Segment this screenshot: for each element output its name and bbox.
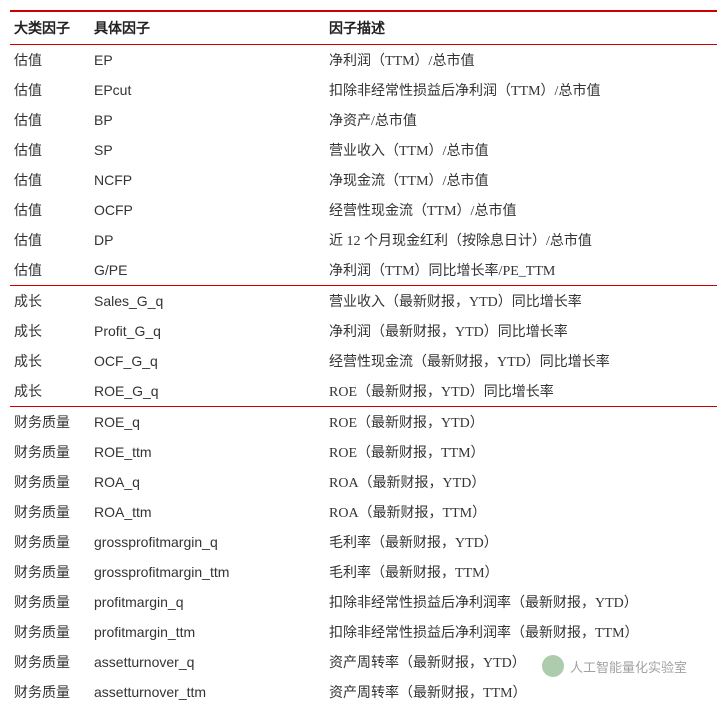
table-row: 财务质量grossprofitmargin_q毛利率（最新财报，YTD）: [10, 527, 717, 557]
cell-description: 资产周转率（最新财报，TTM）: [325, 677, 717, 707]
header-description: 因子描述: [325, 11, 717, 45]
table-row: 财务质量grossprofitmargin_ttm毛利率（最新财报，TTM）: [10, 557, 717, 587]
cell-category: 估值: [10, 75, 90, 105]
cell-category: 估值: [10, 105, 90, 135]
table-row: 估值EP净利润（TTM）/总市值: [10, 45, 717, 76]
cell-description: 净利润（最新财报，YTD）同比增长率: [325, 316, 717, 346]
cell-description: 净现金流（TTM）/总市值: [325, 165, 717, 195]
cell-category: 估值: [10, 45, 90, 76]
table-row: 估值G/PE净利润（TTM）同比增长率/PE_TTM: [10, 255, 717, 286]
cell-factor: OCF_G_q: [90, 346, 325, 376]
cell-factor: SP: [90, 135, 325, 165]
cell-factor: ROE_ttm: [90, 437, 325, 467]
header-row: 大类因子 具体因子 因子描述: [10, 11, 717, 45]
cell-factor: EPcut: [90, 75, 325, 105]
cell-description: 扣除非经常性损益后净利润率（最新财报，YTD）: [325, 587, 717, 617]
table-row: 估值NCFP净现金流（TTM）/总市值: [10, 165, 717, 195]
cell-category: 财务质量: [10, 677, 90, 707]
cell-factor: assetturnover_ttm: [90, 677, 325, 707]
cell-factor: BP: [90, 105, 325, 135]
cell-category: 成长: [10, 346, 90, 376]
cell-description: 扣除非经常性损益后净利润率（最新财报，TTM）: [325, 617, 717, 647]
table-row: 估值SP营业收入（TTM）/总市值: [10, 135, 717, 165]
cell-category: 财务质量: [10, 467, 90, 497]
cell-category: 估值: [10, 195, 90, 225]
cell-description: 净资产/总市值: [325, 105, 717, 135]
table-row: 财务质量ROA_ttmROA（最新财报，TTM）: [10, 497, 717, 527]
table-row: 成长Sales_G_q营业收入（最新财报，YTD）同比增长率: [10, 286, 717, 317]
table-row: 财务质量ROA_qROA（最新财报，YTD）: [10, 467, 717, 497]
cell-description: 营业收入（最新财报，YTD）同比增长率: [325, 286, 717, 317]
cell-category: 估值: [10, 255, 90, 286]
cell-description: 毛利率（最新财报，TTM）: [325, 557, 717, 587]
cell-factor: OCFP: [90, 195, 325, 225]
cell-factor: ROE_q: [90, 407, 325, 438]
cell-description: 营业收入（TTM）/总市值: [325, 135, 717, 165]
cell-description: ROE（最新财报，YTD）: [325, 407, 717, 438]
cell-description: 毛利率（最新财报，YTD）: [325, 527, 717, 557]
cell-factor: Profit_G_q: [90, 316, 325, 346]
table-row: 财务质量assetturnover_q资产周转率（最新财报，YTD）: [10, 647, 717, 677]
cell-description: 经营性现金流（TTM）/总市值: [325, 195, 717, 225]
cell-description: 资产周转率（最新财报，YTD）: [325, 647, 717, 677]
cell-factor: profitmargin_ttm: [90, 617, 325, 647]
cell-factor: grossprofitmargin_q: [90, 527, 325, 557]
cell-category: 成长: [10, 316, 90, 346]
cell-category: 财务质量: [10, 497, 90, 527]
cell-factor: EP: [90, 45, 325, 76]
cell-category: 财务质量: [10, 557, 90, 587]
table-row: 估值OCFP经营性现金流（TTM）/总市值: [10, 195, 717, 225]
cell-description: 经营性现金流（最新财报，YTD）同比增长率: [325, 346, 717, 376]
cell-description: ROA（最新财报，TTM）: [325, 497, 717, 527]
table-row: 财务质量assetturnover_ttm资产周转率（最新财报，TTM）: [10, 677, 717, 707]
cell-category: 财务质量: [10, 437, 90, 467]
header-factor: 具体因子: [90, 11, 325, 45]
table-row: 成长OCF_G_q经营性现金流（最新财报，YTD）同比增长率: [10, 346, 717, 376]
cell-factor: DP: [90, 225, 325, 255]
cell-category: 估值: [10, 165, 90, 195]
cell-factor: NCFP: [90, 165, 325, 195]
cell-description: 净利润（TTM）同比增长率/PE_TTM: [325, 255, 717, 286]
cell-description: ROE（最新财报，YTD）同比增长率: [325, 376, 717, 407]
cell-factor: ROE_G_q: [90, 376, 325, 407]
cell-category: 财务质量: [10, 407, 90, 438]
cell-category: 财务质量: [10, 617, 90, 647]
cell-category: 估值: [10, 225, 90, 255]
table-row: 财务质量ROE_ttmROE（最新财报，TTM）: [10, 437, 717, 467]
table-row: 估值EPcut扣除非经常性损益后净利润（TTM）/总市值: [10, 75, 717, 105]
cell-factor: G/PE: [90, 255, 325, 286]
cell-category: 财务质量: [10, 527, 90, 557]
cell-factor: profitmargin_q: [90, 587, 325, 617]
factor-table: 大类因子 具体因子 因子描述 估值EP净利润（TTM）/总市值估值EPcut扣除…: [10, 10, 717, 707]
cell-description: 近 12 个月现金红利（按除息日计）/总市值: [325, 225, 717, 255]
cell-description: ROE（最新财报，TTM）: [325, 437, 717, 467]
table-row: 成长Profit_G_q净利润（最新财报，YTD）同比增长率: [10, 316, 717, 346]
table-row: 估值BP净资产/总市值: [10, 105, 717, 135]
cell-category: 财务质量: [10, 587, 90, 617]
cell-factor: ROA_q: [90, 467, 325, 497]
table-body: 估值EP净利润（TTM）/总市值估值EPcut扣除非经常性损益后净利润（TTM）…: [10, 45, 717, 708]
cell-factor: Sales_G_q: [90, 286, 325, 317]
cell-factor: ROA_ttm: [90, 497, 325, 527]
cell-description: 净利润（TTM）/总市值: [325, 45, 717, 76]
cell-factor: assetturnover_q: [90, 647, 325, 677]
cell-description: 扣除非经常性损益后净利润（TTM）/总市值: [325, 75, 717, 105]
table-row: 成长ROE_G_qROE（最新财报，YTD）同比增长率: [10, 376, 717, 407]
cell-description: ROA（最新财报，YTD）: [325, 467, 717, 497]
table-row: 财务质量profitmargin_ttm扣除非经常性损益后净利润率（最新财报，T…: [10, 617, 717, 647]
table-row: 财务质量profitmargin_q扣除非经常性损益后净利润率（最新财报，YTD…: [10, 587, 717, 617]
table-row: 估值DP近 12 个月现金红利（按除息日计）/总市值: [10, 225, 717, 255]
cell-factor: grossprofitmargin_ttm: [90, 557, 325, 587]
cell-category: 成长: [10, 376, 90, 407]
cell-category: 估值: [10, 135, 90, 165]
cell-category: 财务质量: [10, 647, 90, 677]
table-row: 财务质量ROE_qROE（最新财报，YTD）: [10, 407, 717, 438]
factor-table-container: 大类因子 具体因子 因子描述 估值EP净利润（TTM）/总市值估值EPcut扣除…: [10, 10, 717, 707]
header-category: 大类因子: [10, 11, 90, 45]
cell-category: 成长: [10, 286, 90, 317]
